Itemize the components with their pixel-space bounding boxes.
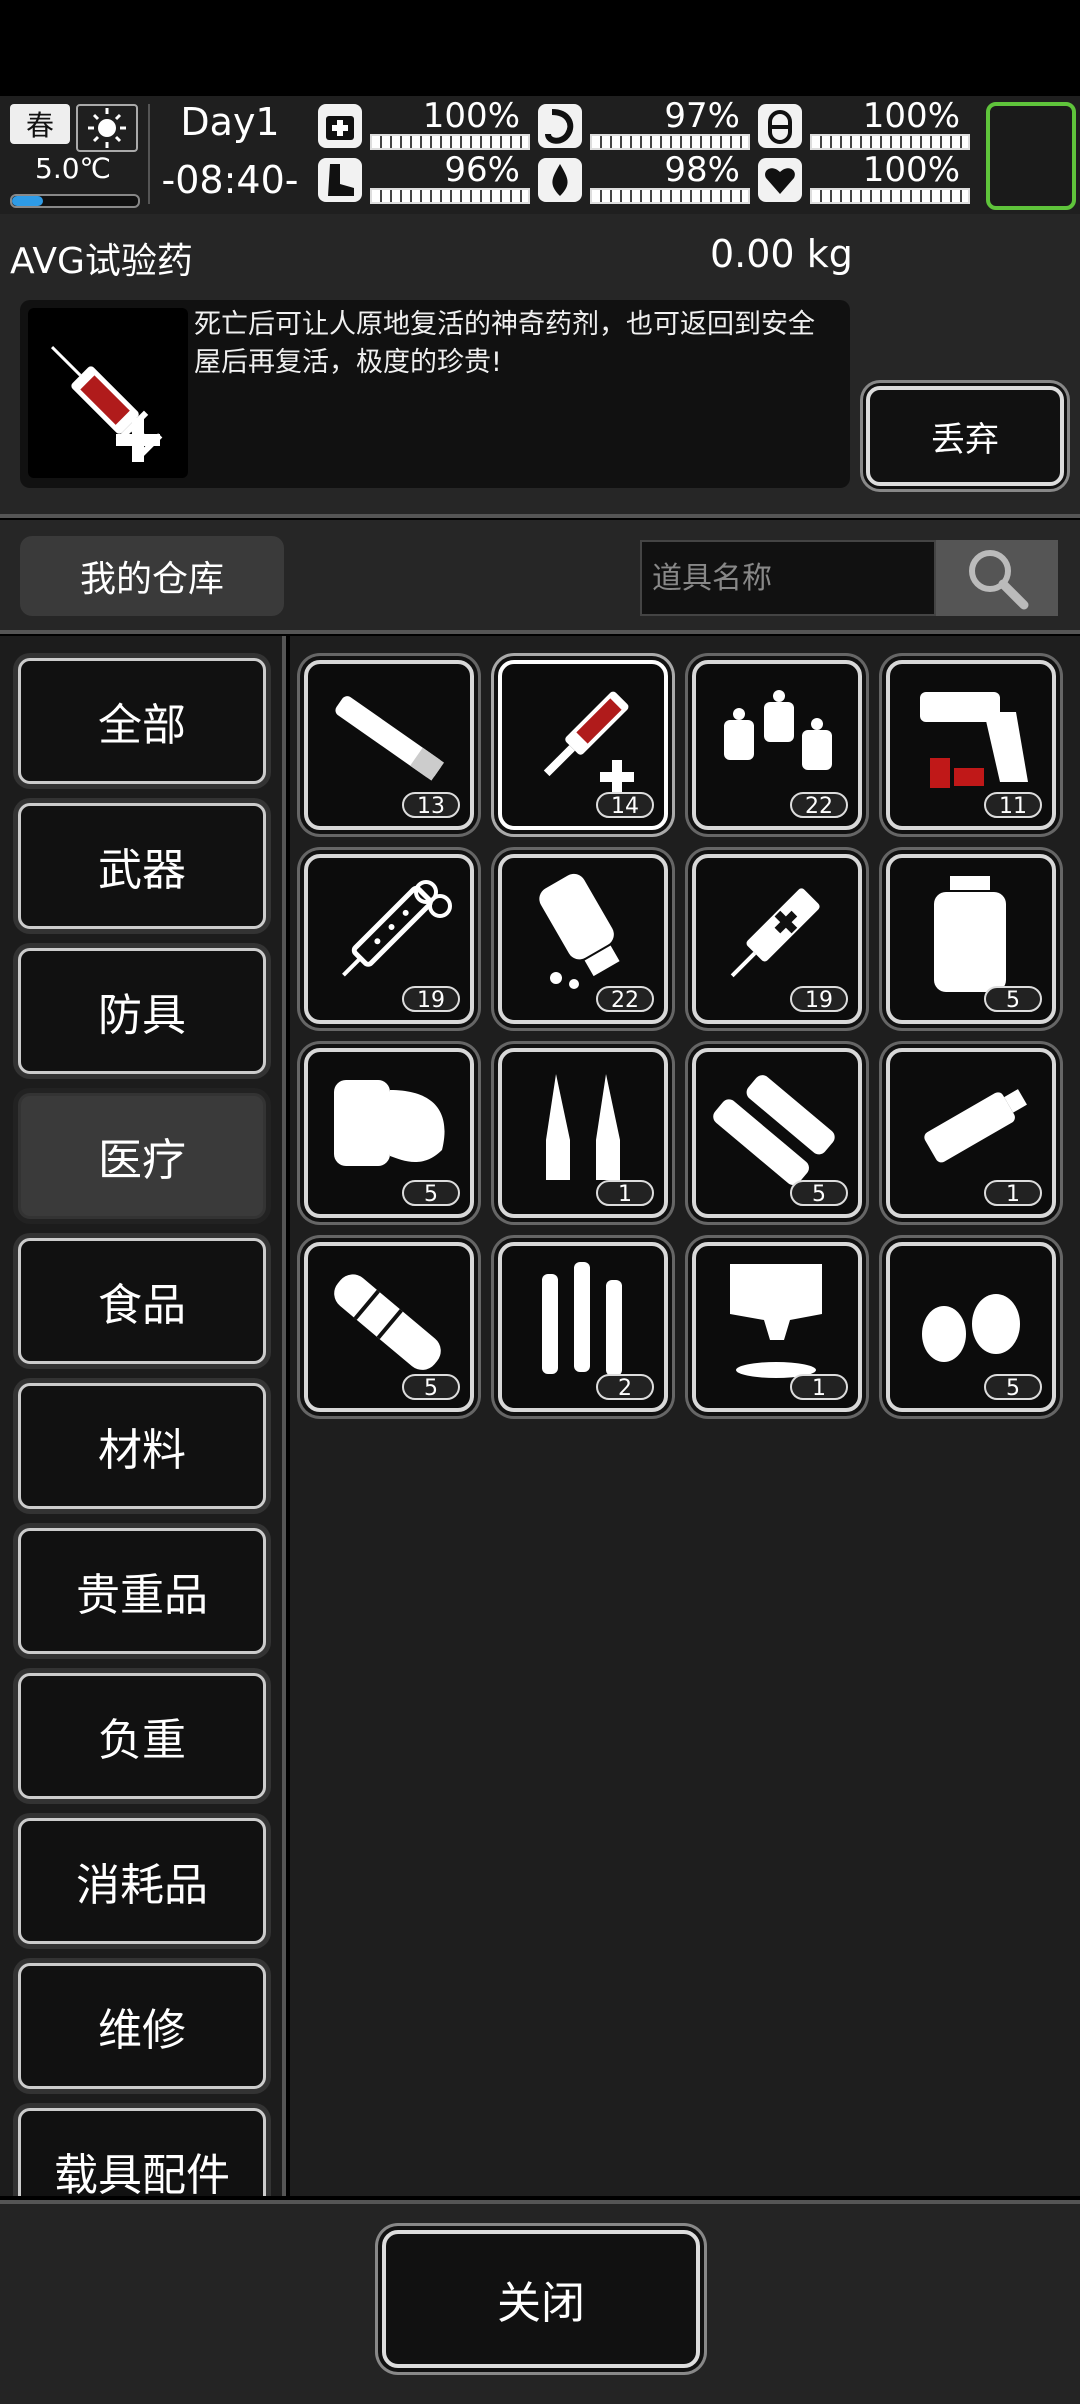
- pill-bottles-icon: [724, 690, 832, 770]
- close-button[interactable]: 关闭: [382, 2230, 700, 2368]
- item-slot[interactable]: 1: [498, 1048, 668, 1218]
- item-grid: 13 14 22 11 19 22 19 5 5 1 5 1 5 2 1 5: [290, 636, 1080, 2196]
- stomach-icon: [538, 104, 582, 148]
- category-tab[interactable]: 负重: [18, 1673, 266, 1799]
- item-weight: 0.00 kg: [710, 232, 853, 276]
- category-tab[interactable]: 消耗品: [18, 1818, 266, 1944]
- item-count: 13: [402, 792, 460, 819]
- syringe-plus-icon: [543, 691, 634, 794]
- water-drop-icon: [538, 158, 582, 202]
- item-count: 1: [984, 1180, 1042, 1207]
- quick-slot-button[interactable]: [986, 102, 1076, 210]
- category-tab[interactable]: 载具配件: [18, 2108, 266, 2196]
- ointment-tube-icon: [924, 1089, 1027, 1163]
- season-badge: 春: [10, 104, 70, 144]
- stat-value: 100%: [862, 150, 960, 190]
- stat-bar: [590, 134, 750, 150]
- stat-value: 100%: [422, 96, 520, 136]
- powder-pack-icon: [730, 1264, 822, 1378]
- item-count: 22: [596, 986, 654, 1013]
- test-tubes-icon: [542, 1262, 622, 1376]
- temperature-value: 5.0℃: [35, 152, 111, 185]
- category-tab[interactable]: 全部: [18, 658, 266, 784]
- item-count: 1: [596, 1180, 654, 1207]
- search-button[interactable]: [936, 540, 1058, 616]
- item-slot[interactable]: 1: [886, 1048, 1056, 1218]
- splint-icon: [713, 1075, 835, 1186]
- category-tab[interactable]: 防具: [18, 948, 266, 1074]
- bandage-roll-icon: [334, 1080, 445, 1166]
- item-count: 19: [402, 986, 460, 1013]
- stat-bar: [370, 188, 530, 204]
- temperature-bar-fill: [12, 196, 43, 206]
- stat-bar: [370, 134, 530, 150]
- syringe-plus-icon: [28, 308, 188, 478]
- stat-bar: [810, 188, 970, 204]
- item-slot[interactable]: 5: [886, 854, 1056, 1024]
- stat-value: 100%: [862, 96, 960, 136]
- stat-value: 96%: [444, 150, 520, 190]
- item-count: 11: [984, 792, 1042, 819]
- item-count: 14: [596, 792, 654, 819]
- item-slot[interactable]: 5: [886, 1242, 1056, 1412]
- item-slot[interactable]: 2: [498, 1242, 668, 1412]
- ampoules-icon: [546, 1074, 620, 1180]
- category-tab[interactable]: 武器: [18, 803, 266, 929]
- category-tab[interactable]: 食品: [18, 1238, 266, 1364]
- stat-value: 98%: [664, 150, 740, 190]
- item-slot[interactable]: 19: [692, 854, 862, 1024]
- item-count: 19: [790, 986, 848, 1013]
- category-tab[interactable]: 医疗: [18, 1093, 266, 1219]
- item-slot[interactable]: 1: [692, 1242, 862, 1412]
- category-list: 全部武器防具医疗食品材料贵重品负重消耗品维修载具配件: [0, 636, 286, 2196]
- item-slot[interactable]: 5: [692, 1048, 862, 1218]
- search-icon: [969, 550, 1029, 610]
- tourniquet-icon: [334, 1274, 441, 1370]
- item-count: 5: [984, 986, 1042, 1013]
- item-count: 2: [596, 1374, 654, 1401]
- item-count: 5: [402, 1374, 460, 1401]
- category-tab[interactable]: 材料: [18, 1383, 266, 1509]
- cigarette-icon: [335, 696, 445, 781]
- pill-icon: [758, 104, 802, 148]
- discard-button[interactable]: 丢弃: [866, 386, 1064, 486]
- flare-gun-icon: [920, 692, 1028, 788]
- stat-value: 97%: [664, 96, 740, 136]
- item-slot[interactable]: 5: [304, 1242, 474, 1412]
- spilled-bottle-icon: [539, 873, 620, 989]
- category-tab[interactable]: 维修: [18, 1963, 266, 2089]
- item-count: 5: [790, 1180, 848, 1207]
- sun-icon: [76, 104, 138, 152]
- cross-syringe-icon: [730, 888, 820, 978]
- category-tab[interactable]: 贵重品: [18, 1528, 266, 1654]
- item-slot[interactable]: 11: [886, 660, 1056, 830]
- stat-bar: [810, 134, 970, 150]
- item-slot[interactable]: 19: [304, 854, 474, 1024]
- tab-my-warehouse[interactable]: 我的仓库: [20, 536, 284, 616]
- medicine-jar-icon: [934, 876, 1006, 992]
- item-count: 5: [402, 1180, 460, 1207]
- stat-bar: [590, 188, 750, 204]
- search-input[interactable]: [640, 540, 936, 616]
- item-count: 1: [790, 1374, 848, 1401]
- item-slot[interactable]: 14: [498, 660, 668, 830]
- item-count: 5: [984, 1374, 1042, 1401]
- first-aid-icon: [318, 104, 362, 148]
- item-slot[interactable]: 22: [498, 854, 668, 1024]
- item-description: 死亡后可让人原地复活的神奇药剂，也可返回到安全屋后再复活，极度的珍贵!: [194, 309, 815, 378]
- item-slot[interactable]: 13: [304, 660, 474, 830]
- item-count: 22: [790, 792, 848, 819]
- item-slot[interactable]: 5: [304, 1048, 474, 1218]
- boot-icon: [318, 158, 362, 202]
- item-name: AVG试验药: [10, 241, 193, 282]
- seeds-icon: [922, 1294, 1020, 1362]
- item-slot[interactable]: 22: [692, 660, 862, 830]
- game-clock: -08:40-: [161, 158, 299, 202]
- heart-icon: [758, 158, 802, 202]
- day-counter: Day1: [180, 100, 280, 144]
- dotted-syringe-icon: [342, 880, 452, 977]
